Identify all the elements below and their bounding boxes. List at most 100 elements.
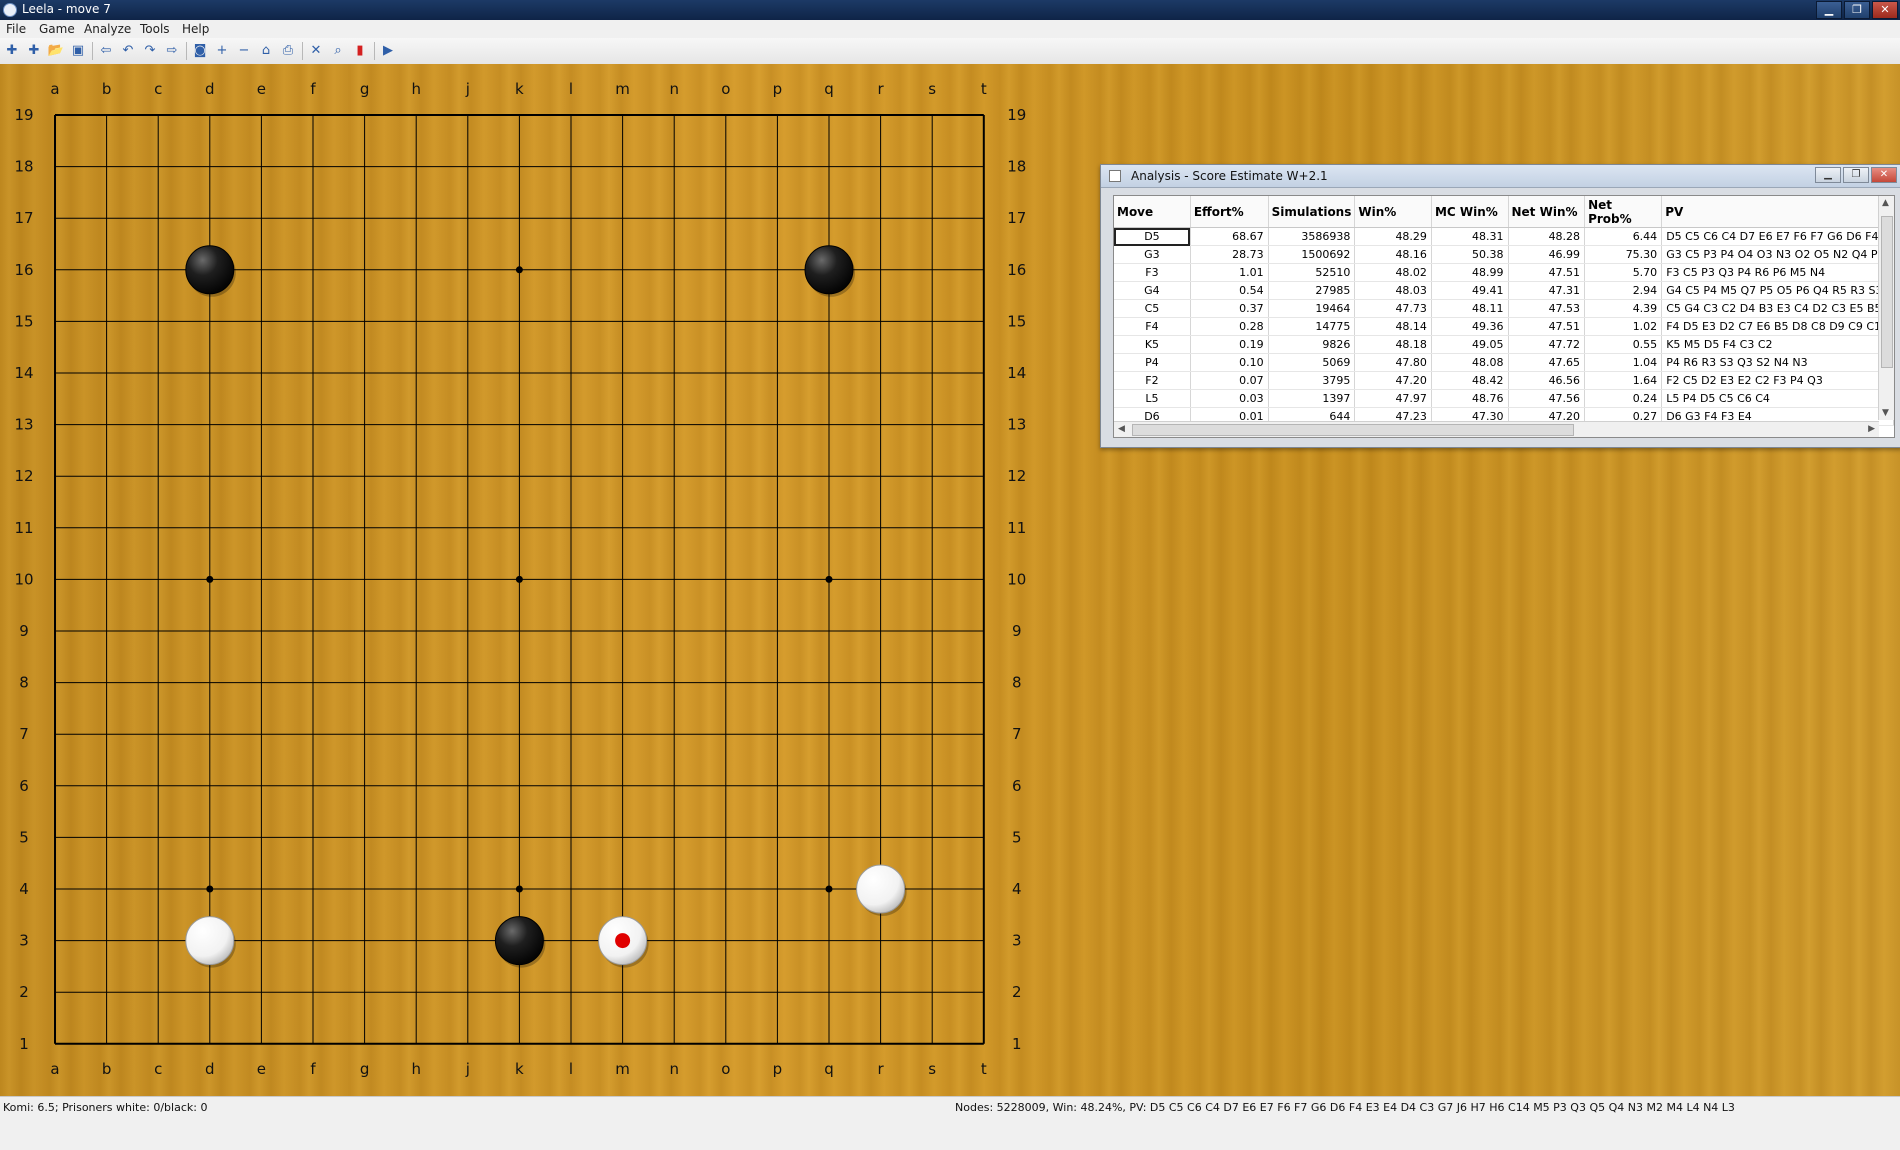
analysis-close-button[interactable]: ✕ xyxy=(1871,167,1897,183)
table-row[interactable]: F4 0.28 14775 48.14 49.36 47.51 1.02 F4 D5 E3 D… xyxy=(1114,317,1894,336)
close-button[interactable]: ✕ xyxy=(1872,1,1898,19)
table-cell: 48.29 xyxy=(1354,227,1432,246)
back-arrow-icon[interactable]: ⇦ xyxy=(96,41,116,61)
minus-icon[interactable]: − xyxy=(234,41,254,61)
table-row[interactable]: G4 0.54 27985 48.03 49.41 47.31 2.94 G4 C5 P4 M… xyxy=(1114,281,1894,300)
column-header-simulations[interactable]: Simulations xyxy=(1268,196,1356,228)
table-cell: F2 C5 D2 E3 E2 C2 F3 P4 Q3 xyxy=(1661,371,1894,390)
scroll-left-arrow-icon[interactable]: ◀ xyxy=(1118,424,1125,434)
table-cell: 48.16 xyxy=(1354,245,1432,264)
table-row[interactable]: F3 1.01 52510 48.02 48.99 47.51 5.70 F3 C5 P3 Q… xyxy=(1114,263,1894,282)
analysis-horizontal-scrollbar[interactable]: ◀ ▶ xyxy=(1114,421,1879,437)
redo-icon[interactable]: ↷ xyxy=(140,41,160,61)
table-cell: 28.73 xyxy=(1190,245,1269,264)
toolbar-separator xyxy=(186,42,187,60)
toolbar: ✚ ✚ 📂 ▣ ⇦ ↶ ↷ ⇨ ◙ + − ⌂ ⎙ ✕ ⌕ ▮ ▶ xyxy=(0,38,1900,65)
column-label-top: m xyxy=(615,80,630,98)
table-cell: D5 C5 C6 C4 D7 E6 E7 F6 F7 G6 D6 F4 E xyxy=(1661,227,1894,246)
save-icon[interactable]: ▣ xyxy=(68,41,88,61)
column-header-move[interactable]: Move xyxy=(1114,196,1191,228)
table-cell: 48.03 xyxy=(1354,281,1432,300)
analysis-table-container: Move Effort% Simulations Win% MC Win% Net Win… xyxy=(1113,195,1895,438)
table-row[interactable]: F2 0.07 3795 47.20 48.42 46.56 1.64 F2 C5 D2 E3… xyxy=(1114,371,1894,390)
row-label-left: 15 xyxy=(14,312,33,330)
table-cell: 1.64 xyxy=(1584,371,1663,390)
maximize-button[interactable]: ❐ xyxy=(1844,1,1870,19)
row-label-left: 10 xyxy=(14,570,33,588)
zoom-icon[interactable]: ⌕ xyxy=(328,41,348,61)
table-row[interactable]: C5 0.37 19464 47.73 48.11 47.53 4.39 C5 G4 C3 C… xyxy=(1114,299,1894,318)
vertical-scroll-thumb[interactable] xyxy=(1881,216,1893,368)
resign-icon[interactable]: ✕ xyxy=(306,41,326,61)
row-label-left: 18 xyxy=(14,158,33,176)
column-header-net-win-[interactable]: Net Win% xyxy=(1508,196,1586,228)
flag-icon[interactable]: ▮ xyxy=(350,41,370,61)
scroll-up-arrow-icon[interactable]: ▲ xyxy=(1882,198,1889,208)
new-game-alt-icon[interactable]: ✚ xyxy=(24,41,44,61)
column-label-top: p xyxy=(773,80,783,98)
analysis-maximize-button[interactable]: ❐ xyxy=(1843,167,1869,183)
table-cell: 49.05 xyxy=(1431,335,1509,354)
scroll-down-arrow-icon[interactable]: ▼ xyxy=(1882,408,1889,418)
column-header-mc-win-[interactable]: MC Win% xyxy=(1431,196,1509,228)
column-label-top: h xyxy=(411,80,421,98)
table-row[interactable]: D5 68.67 3586938 48.29 48.31 48.28 6.44 D5 C5 C… xyxy=(1114,227,1894,246)
column-header-win-[interactable]: Win% xyxy=(1354,196,1432,228)
column-label-bottom: a xyxy=(50,1060,59,1078)
analysis-vertical-scrollbar[interactable]: ▲ ▼ xyxy=(1878,196,1894,420)
table-cell: 3795 xyxy=(1268,371,1356,390)
window-titlebar: Leela - move 7 ▁ ❐ ✕ xyxy=(0,0,1900,20)
table-cell: K5 xyxy=(1114,335,1191,354)
column-label-top: s xyxy=(928,80,936,98)
row-label-right: 8 xyxy=(1012,674,1022,692)
table-cell: 0.10 xyxy=(1190,353,1269,372)
print-icon[interactable]: ⎙ xyxy=(278,41,298,61)
minimize-button[interactable]: ▁ xyxy=(1816,1,1842,19)
row-label-right: 12 xyxy=(1007,467,1026,485)
analysis-titlebar[interactable]: Analysis - Score Estimate W+2.1 ▁ ❐ ✕ xyxy=(1101,165,1900,188)
column-header-net-prob-[interactable]: Net Prob% xyxy=(1584,196,1663,228)
table-cell: F3 xyxy=(1114,263,1191,282)
analysis-window[interactable]: Analysis - Score Estimate W+2.1 ▁ ❐ ✕ Mo… xyxy=(1100,164,1900,448)
new-game-icon[interactable]: ✚ xyxy=(2,41,22,61)
forward-arrow-icon[interactable]: ⇨ xyxy=(162,41,182,61)
menu-game[interactable]: Game xyxy=(39,22,75,36)
row-label-right: 18 xyxy=(1007,158,1026,176)
menu-analyze[interactable]: Analyze xyxy=(84,22,131,36)
table-cell: P4 xyxy=(1114,353,1191,372)
row-label-right: 11 xyxy=(1007,519,1026,537)
board-canvas[interactable]: aabbccddeeffgghhjjkkllmmnnooppqqrrsstt1 1… xyxy=(0,64,1070,1096)
open-icon[interactable]: 📂 xyxy=(46,41,66,61)
table-row[interactable]: L5 0.03 1397 47.97 48.76 47.56 0.24 L5 P4 D5 C5… xyxy=(1114,389,1894,408)
table-cell: P4 R6 R3 S3 Q3 S2 N4 N3 xyxy=(1661,353,1894,372)
go-board[interactable]: aabbccddeeffgghhjjkkllmmnnooppqqrrsstt11… xyxy=(0,64,1070,1096)
add-icon[interactable]: + xyxy=(212,41,232,61)
table-cell: G3 C5 P3 P4 O4 O3 N3 O2 O5 N2 Q4 P xyxy=(1661,245,1894,264)
table-cell: 1397 xyxy=(1268,389,1356,408)
row-label-right: 14 xyxy=(1007,364,1026,382)
table-row[interactable]: K5 0.19 9826 48.18 49.05 47.72 0.55 K5 M5 D5 F4… xyxy=(1114,335,1894,354)
table-row[interactable]: G3 28.73 1500692 48.16 50.38 46.99 75.30 G3 C5 … xyxy=(1114,245,1894,264)
horizontal-scroll-thumb[interactable] xyxy=(1132,424,1574,436)
table-cell: 47.31 xyxy=(1508,281,1586,300)
undo-icon[interactable]: ↶ xyxy=(118,41,138,61)
menu-help[interactable]: Help xyxy=(182,22,209,36)
analysis-minimize-button[interactable]: ▁ xyxy=(1815,167,1841,183)
toolbar-separator xyxy=(302,42,303,60)
scroll-right-arrow-icon[interactable]: ▶ xyxy=(1868,424,1875,434)
analysis-window-controls: ▁ ❐ ✕ xyxy=(1815,167,1897,183)
table-cell: 47.53 xyxy=(1508,299,1586,318)
column-header-pv[interactable]: PV xyxy=(1661,196,1894,228)
column-label-bottom: q xyxy=(824,1060,834,1078)
table-cell: 1.02 xyxy=(1584,317,1663,336)
column-label-top: d xyxy=(205,80,215,98)
column-label-top: o xyxy=(721,80,730,98)
engine-icon[interactable]: ▶ xyxy=(378,41,398,61)
column-header-effort-[interactable]: Effort% xyxy=(1190,196,1269,228)
menu-tools[interactable]: Tools xyxy=(140,22,170,36)
table-cell: 47.51 xyxy=(1508,263,1586,282)
home-icon[interactable]: ⌂ xyxy=(256,41,276,61)
table-row[interactable]: P4 0.10 5069 47.80 48.08 47.65 1.04 P4 R6 R3 S3… xyxy=(1114,353,1894,372)
menu-file[interactable]: File xyxy=(6,22,26,36)
score-icon[interactable]: ◙ xyxy=(190,41,210,61)
